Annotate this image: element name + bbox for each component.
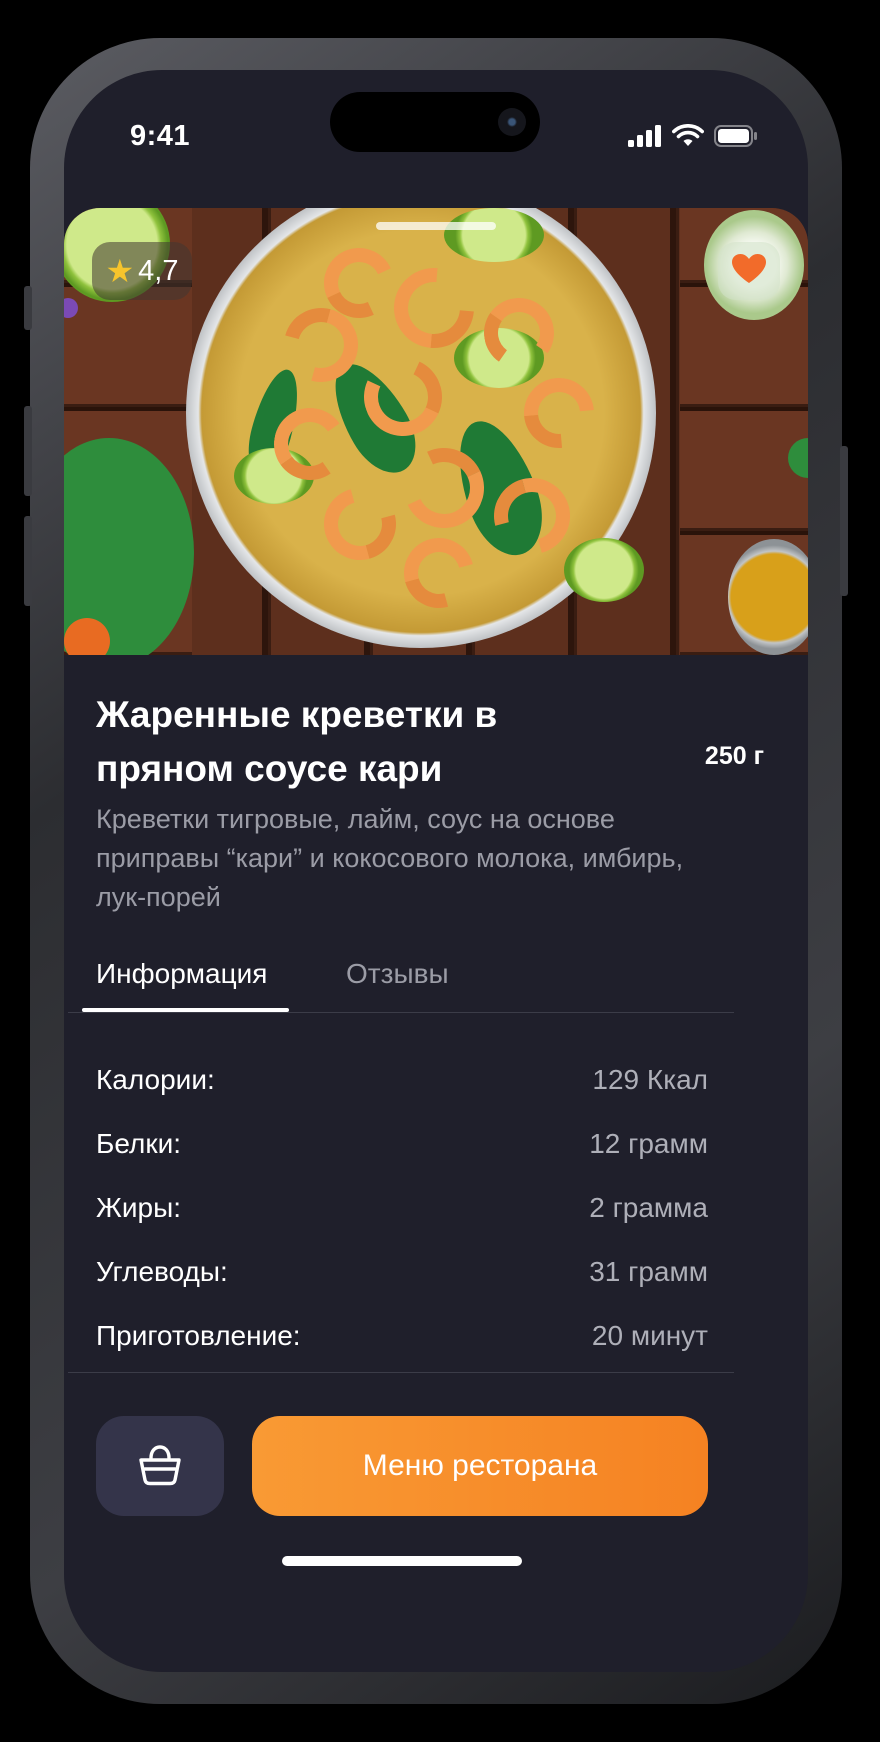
- phone-side-button-power: [840, 446, 848, 596]
- star-icon: ★: [105, 253, 135, 289]
- tab-bar: Информация Отзывы: [64, 950, 808, 1014]
- rating-badge: ★ 4,7: [92, 242, 192, 300]
- rating-value: 4,7: [138, 254, 179, 287]
- nutrition-list: Калории: 129 Ккал Белки: 12 грамм Жиры: …: [96, 1048, 708, 1368]
- phone-side-button-volume-up: [24, 406, 32, 496]
- restaurant-menu-button[interactable]: Меню ресторана: [252, 1416, 708, 1516]
- phone-side-button-volume-down: [24, 516, 32, 606]
- shopping-basket-icon: [137, 1442, 183, 1491]
- dynamic-island: [330, 92, 540, 152]
- dish-weight: 250 г: [704, 742, 764, 770]
- nutrition-value: 2 грамма: [589, 1192, 708, 1223]
- nutrition-label: Приготовление:: [96, 1320, 301, 1351]
- nutrition-label: Углеводы:: [96, 1256, 228, 1287]
- nutrition-label: Калории:: [96, 1064, 215, 1095]
- dish-title: Жаренные креветки в пряном соусе кари: [96, 694, 498, 789]
- nutrition-value: 129 Ккал: [592, 1064, 708, 1095]
- nutrition-value: 12 грамм: [589, 1128, 708, 1159]
- tab-reviews[interactable]: Отзывы: [346, 958, 449, 990]
- heart-icon: [732, 253, 766, 289]
- status-bar: 9:41: [64, 70, 808, 210]
- lime-wedge: [564, 538, 644, 602]
- favorite-button[interactable]: [718, 242, 780, 300]
- nutrition-label: Белки:: [96, 1128, 182, 1159]
- nutrition-label: Жиры:: [96, 1192, 181, 1223]
- cart-button[interactable]: [96, 1416, 224, 1516]
- phone-side-button-action: [24, 286, 32, 330]
- status-time: 9:41: [130, 120, 191, 152]
- nutrition-row-fat: Жиры: 2 грамма: [96, 1176, 708, 1240]
- wifi-icon: [672, 124, 704, 153]
- nutrition-row-protein: Белки: 12 грамм: [96, 1112, 708, 1176]
- nutrition-divider: [68, 1372, 734, 1373]
- image-handle: [376, 222, 496, 230]
- app-screen: 9:41 ★ 4,7 Жаренные креветки в пряном со…: [64, 70, 808, 1672]
- nutrition-value: 31 грамм: [589, 1256, 708, 1287]
- tab-information[interactable]: Информация: [96, 958, 267, 990]
- cellular-signal-icon: [628, 125, 662, 152]
- nutrition-row-calories: Калории: 129 Ккал: [96, 1048, 708, 1112]
- status-icons: [628, 124, 758, 153]
- dish-photo: ★ 4,7: [64, 208, 808, 655]
- nutrition-value: 20 минут: [591, 1320, 708, 1351]
- home-indicator[interactable]: [282, 1556, 522, 1566]
- nutrition-row-cook-time: Приготовление: 20 минут: [96, 1304, 708, 1368]
- dish-description: Креветки тигровые, лайм, соус на основе …: [96, 804, 684, 912]
- tabs-divider: [68, 1012, 734, 1013]
- battery-icon: [714, 125, 758, 152]
- front-camera: [498, 108, 526, 136]
- nutrition-row-carbs: Углеводы: 31 грамм: [96, 1240, 708, 1304]
- lime-wedge: [444, 208, 544, 262]
